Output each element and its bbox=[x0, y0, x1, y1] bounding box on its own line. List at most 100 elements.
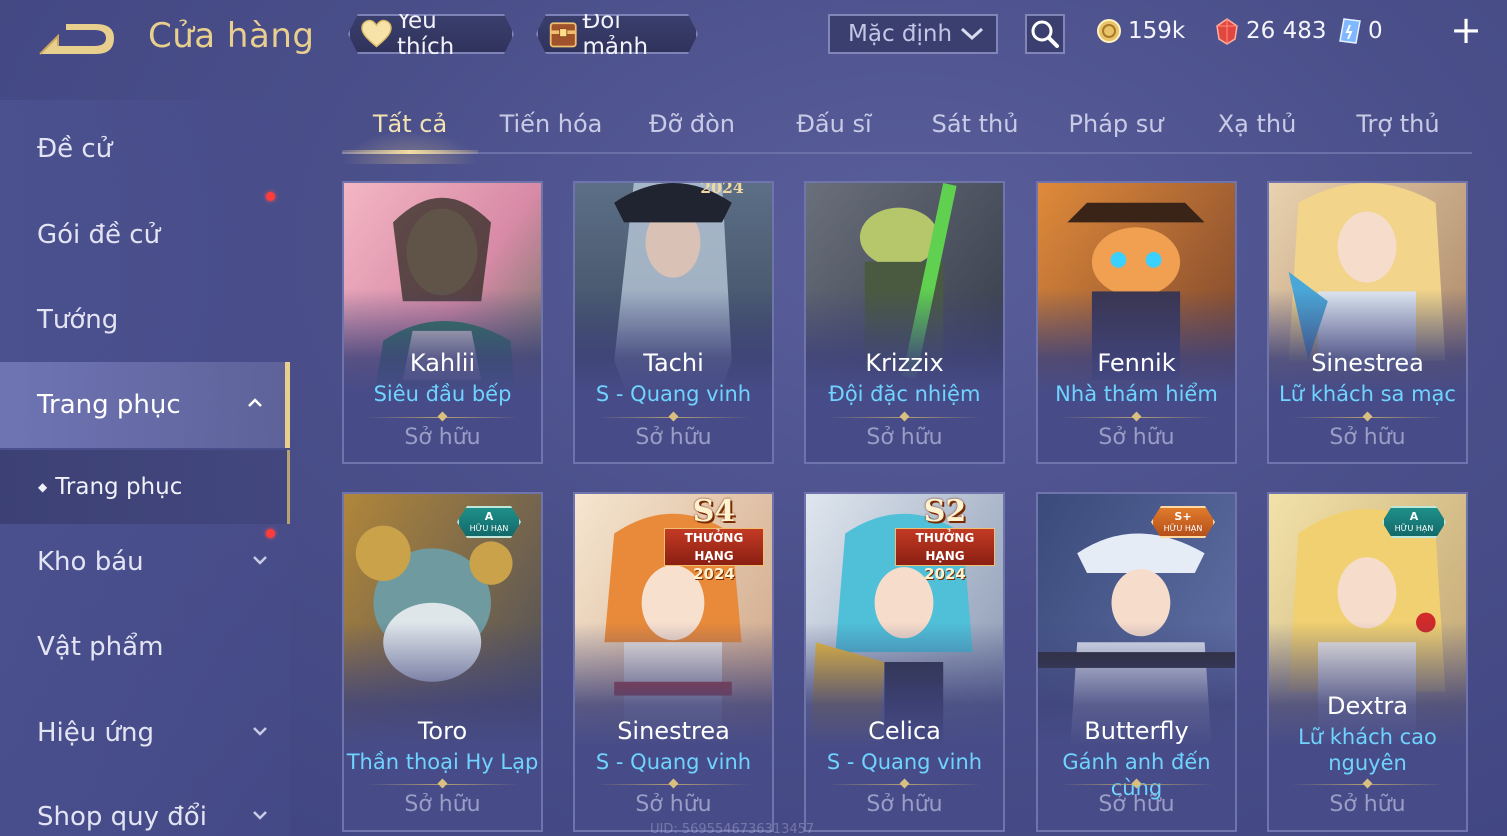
heart-icon bbox=[360, 19, 393, 49]
top-bar: Cửa hàng Yêu thích Đổi mảnh Mặc định 159… bbox=[0, 0, 1507, 80]
skin-card-tachi[interactable]: 2024 Tachi S - Quang vinh Sở hữu bbox=[573, 181, 774, 464]
sidebar-item-featured[interactable]: Đề cử bbox=[0, 106, 290, 192]
gold-amount: 159k bbox=[1128, 18, 1186, 44]
sidebar-subitem-label: Trang phục bbox=[55, 474, 183, 500]
sidebar-item-exchange-shop[interactable]: Shop quy đổi bbox=[0, 774, 290, 836]
sidebar-item-label: Gói đề cử bbox=[37, 220, 161, 250]
chevron-up-icon bbox=[248, 398, 262, 407]
user-id-watermark: UID: 5695546736313457 bbox=[650, 822, 815, 836]
sidebar-item-label: Trang phục bbox=[37, 390, 181, 420]
gold-balance: 159k bbox=[1096, 14, 1185, 48]
sidebar-item-treasure[interactable]: Kho báu bbox=[0, 519, 290, 605]
skin-name: Đội đặc nhiệm bbox=[828, 382, 981, 406]
card-divider bbox=[597, 417, 750, 418]
favorite-label: Yêu thích bbox=[396, 8, 455, 60]
card-divider bbox=[828, 784, 981, 785]
skin-name: Thần thoại Hy Lạp bbox=[346, 750, 539, 774]
tab-all[interactable]: Tất cả bbox=[342, 110, 478, 164]
owned-status: Sở hữu bbox=[1098, 792, 1175, 817]
hero-name: Fennik bbox=[1097, 349, 1176, 377]
skin-name: Siêu đầu bếp bbox=[373, 382, 512, 406]
favorite-button[interactable]: Yêu thích bbox=[348, 14, 514, 54]
sidebar-item-label: Tướng bbox=[37, 305, 119, 335]
sidebar-subitem-skins[interactable]: ◆ Trang phục bbox=[0, 450, 290, 524]
sidebar-item-effects[interactable]: Hiệu ứng bbox=[0, 690, 290, 776]
tab-label: Pháp sư bbox=[1068, 110, 1164, 138]
card-divider bbox=[1291, 784, 1444, 785]
tab-label: Sát thủ bbox=[931, 110, 1019, 138]
tab-mage[interactable]: Pháp sư bbox=[1048, 110, 1184, 152]
owned-status: Sở hữu bbox=[404, 792, 481, 817]
season-reward-badge: S2 THƯỞNG HẠNG 2024 bbox=[893, 496, 997, 582]
exchange-label: Đổi mảnh bbox=[582, 8, 649, 60]
chevron-down-icon bbox=[253, 811, 267, 820]
owned-status: Sở hữu bbox=[404, 425, 481, 450]
skin-name: S - Quang vinh bbox=[826, 750, 983, 774]
tab-label: Trợ thủ bbox=[1356, 110, 1440, 138]
skin-name: Lữ khách sa mạc bbox=[1279, 382, 1456, 406]
page-title: Cửa hàng bbox=[148, 16, 315, 56]
notification-dot bbox=[266, 192, 275, 201]
skin-name: S - Quang vinh bbox=[595, 382, 752, 406]
skin-card-kahlii[interactable]: Kahlii Siêu đầu bếp Sở hữu bbox=[342, 181, 543, 464]
owned-status: Sở hữu bbox=[1329, 792, 1406, 817]
sidebar-item-label: Đề cử bbox=[37, 134, 113, 164]
sidebar-item-label: Hiệu ứng bbox=[37, 718, 154, 748]
skin-name: S - Quang vinh bbox=[595, 750, 752, 774]
skin-card-sinestrea[interactable]: Sinestrea Lữ khách sa mạc Sở hữu bbox=[1267, 181, 1468, 464]
tab-label: Đấu sĩ bbox=[796, 110, 872, 138]
card-art-text: 2024 bbox=[700, 183, 744, 197]
tab-label: Tiến hóa bbox=[499, 110, 603, 138]
tab-evolution[interactable]: Tiến hóa bbox=[483, 110, 619, 152]
card-divider bbox=[1291, 417, 1444, 418]
hero-name: Sinestrea bbox=[617, 717, 730, 745]
hero-name: Toro bbox=[417, 717, 468, 745]
search-button[interactable] bbox=[1025, 14, 1065, 54]
sidebar-item-featured-bundles[interactable]: Gói đề cử bbox=[0, 192, 290, 278]
tab-marksman[interactable]: Xạ thủ bbox=[1189, 110, 1325, 152]
season-reward-badge: S4 THƯỞNG HẠNG 2024 bbox=[662, 496, 766, 582]
rank-badge: A HỮU HẠN bbox=[457, 506, 521, 538]
card-divider bbox=[1060, 784, 1213, 785]
tab-tank[interactable]: Đỡ đòn bbox=[624, 110, 760, 152]
hero-name: Dextra bbox=[1326, 692, 1408, 720]
sort-dropdown[interactable]: Mặc định bbox=[828, 14, 998, 54]
owned-status: Sở hữu bbox=[1098, 425, 1175, 450]
skin-card-toro[interactable]: A HỮU HẠN Toro Thần thoại Hy Lạp Sở hữu bbox=[342, 492, 543, 832]
owned-status: Sở hữu bbox=[866, 425, 943, 450]
owned-status: Sở hữu bbox=[1329, 425, 1406, 450]
tab-assassin[interactable]: Sát thủ bbox=[907, 110, 1043, 152]
skin-card-krizzix[interactable]: Krizzix Đội đặc nhiệm Sở hữu bbox=[804, 181, 1005, 464]
rank-badge: S+ HỮU HẠN bbox=[1151, 506, 1215, 538]
back-button[interactable] bbox=[36, 18, 118, 62]
skin-card-dextra[interactable]: A HỮU HẠN Dextra Lữ khách cao nguyên Sở h… bbox=[1267, 492, 1468, 832]
gem-balance: 26 483 bbox=[1214, 14, 1326, 48]
sidebar-item-heroes[interactable]: Tướng bbox=[0, 277, 290, 363]
skin-card-sinestrea-s4[interactable]: S4 THƯỞNG HẠNG 2024 Sinestrea S - Quang … bbox=[573, 492, 774, 832]
card-divider bbox=[366, 417, 519, 418]
ticket-balance: 0 bbox=[1338, 14, 1383, 48]
tab-fighter[interactable]: Đấu sĩ bbox=[766, 110, 902, 152]
chevron-down-icon bbox=[253, 556, 267, 565]
gem-amount: 26 483 bbox=[1246, 18, 1327, 44]
skin-name: Nhà thám hiểm bbox=[1055, 382, 1218, 406]
skin-card-fennik[interactable]: Fennik Nhà thám hiểm Sở hữu bbox=[1036, 181, 1237, 464]
sidebar-item-skins[interactable]: Trang phục bbox=[0, 362, 290, 448]
chevron-down-icon bbox=[253, 727, 267, 736]
exchange-fragments-button[interactable]: Đổi mảnh bbox=[536, 14, 698, 54]
hero-name: Sinestrea bbox=[1311, 349, 1424, 377]
diamond-bullet-icon: ◆ bbox=[38, 480, 48, 494]
plus-icon[interactable]: + bbox=[1448, 11, 1484, 49]
skin-card-celica[interactable]: S2 THƯỞNG HẠNG 2024 Celica S - Quang vin… bbox=[804, 492, 1005, 832]
hero-name: Tachi bbox=[643, 349, 704, 377]
role-tabs: Tất cả Tiến hóa Đỡ đòn Đấu sĩ Sát thủ Ph… bbox=[342, 100, 1472, 164]
skin-card-butterfly[interactable]: S+HỮU HẠN Butterfly Gánh anh đến cùng Sở… bbox=[1036, 492, 1237, 832]
card-divider bbox=[366, 784, 519, 785]
card-divider bbox=[1060, 417, 1213, 418]
sidebar-item-label: Shop quy đổi bbox=[37, 802, 207, 832]
owned-status: Sở hữu bbox=[866, 792, 943, 817]
sidebar: Đề cử Gói đề cử Tướng Trang phục ◆ Trang… bbox=[0, 100, 290, 836]
sidebar-item-items[interactable]: Vật phẩm bbox=[0, 604, 290, 690]
card-divider bbox=[828, 417, 981, 418]
tab-support[interactable]: Trợ thủ bbox=[1330, 110, 1466, 152]
